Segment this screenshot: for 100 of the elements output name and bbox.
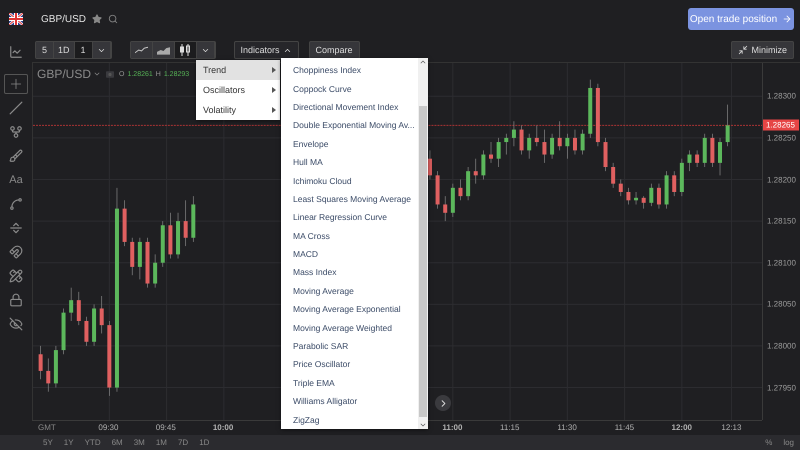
fork-icon <box>9 125 23 139</box>
pencil-ruler-icon <box>9 269 23 283</box>
area-chart-icon <box>156 46 170 54</box>
candlestick <box>100 296 104 334</box>
range-button[interactable]: 7D <box>178 438 188 447</box>
indicator-menu-item[interactable]: Directional Movement Index <box>293 98 418 116</box>
eye-off-icon <box>9 317 23 331</box>
crosshair-icon <box>8 76 24 92</box>
indicator-menu-item[interactable]: MACD <box>293 244 418 264</box>
indicator-menu-item[interactable]: ZigZag <box>293 410 418 429</box>
indicator-category-item[interactable]: Trend <box>196 60 280 80</box>
indicator-menu-item[interactable]: Hull MA <box>293 152 418 172</box>
range-button[interactable]: 1Y <box>64 438 74 447</box>
indicator-menu-item[interactable]: Williams Alligator <box>293 392 418 410</box>
lock-icon <box>9 293 23 307</box>
candlestick <box>672 170 676 196</box>
candlestick <box>504 133 508 155</box>
price-axis-label: 1.28100 <box>767 258 796 268</box>
indicator-menu-item[interactable]: Price Oscillator <box>293 355 418 374</box>
candlestick <box>542 129 546 164</box>
indicator-category-item[interactable]: Volatility <box>196 100 280 120</box>
candlestick <box>580 129 585 155</box>
indicators-button[interactable]: Indicators <box>234 41 299 59</box>
timezone-button[interactable]: GMT <box>38 423 56 432</box>
tool-button[interactable] <box>4 74 28 94</box>
scroll-right-button[interactable] <box>435 395 451 411</box>
interval-button[interactable]: 1D <box>54 42 75 58</box>
range-button[interactable]: 6M <box>112 438 123 447</box>
line-tool-icon <box>9 101 23 115</box>
candlestick <box>611 162 616 188</box>
interval-button[interactable]: 1 <box>74 42 93 58</box>
brush-icon <box>9 149 23 163</box>
line-chart-icon <box>9 45 23 59</box>
time-axis-label: 11:45 <box>614 423 634 432</box>
indicator-menu-item[interactable]: Triple EMA <box>293 374 418 392</box>
candlestick <box>649 183 654 206</box>
candlestick <box>489 142 494 164</box>
indicator-menu-item[interactable]: MA Cross <box>293 226 418 245</box>
candlestick <box>550 133 554 160</box>
indicator-category-item[interactable]: Oscillators <box>196 80 280 100</box>
indicator-menu-item[interactable]: Ichimoku Cloud <box>293 171 418 190</box>
candlestick <box>474 158 478 184</box>
indicator-menu-item[interactable]: Mass Index <box>293 263 418 282</box>
scale-button[interactable]: log <box>783 438 794 447</box>
candlestick <box>443 196 448 222</box>
range-button[interactable]: 5Y <box>43 438 53 447</box>
candlestick <box>634 192 638 205</box>
measure-icon <box>9 221 23 235</box>
candlestick <box>695 150 700 168</box>
symbol-selector[interactable]: GBP/USD <box>37 67 102 81</box>
indicator-menu-item[interactable]: Double Exponential Moving Av... <box>293 116 418 135</box>
indicator-menu-item[interactable]: Parabolic SAR <box>293 336 418 356</box>
time-axis-label: 12:00 <box>672 423 692 432</box>
chart-type-button[interactable] <box>152 42 175 58</box>
text-tool-button[interactable]: Aa <box>4 170 28 190</box>
scale-button[interactable]: % <box>765 438 772 447</box>
time-axis-label: 09:45 <box>156 423 176 432</box>
submenu-arrow-icon <box>272 67 276 73</box>
indicator-menu-item[interactable]: Moving Average Exponential <box>293 300 418 318</box>
indicator-menu-item[interactable]: Coppock Curve <box>293 79 418 98</box>
candlestick <box>512 120 516 147</box>
candlestick <box>565 133 570 160</box>
scroll-up-icon[interactable] <box>419 58 427 66</box>
candlestick <box>496 138 501 168</box>
range-button[interactable]: 1D <box>199 438 210 447</box>
price-axis-label: 1.28050 <box>767 300 796 309</box>
candlestick <box>626 187 630 205</box>
indicator-menu-item[interactable]: Moving Average Weighted <box>293 318 418 337</box>
candlestick <box>458 179 462 201</box>
arrow-right-icon <box>782 14 792 24</box>
caret-icon <box>93 70 102 78</box>
candlestick <box>687 150 692 172</box>
indicator-menu-item[interactable]: Linear Regression Curve <box>293 208 418 227</box>
candlestick <box>718 138 722 176</box>
compare-button[interactable]: Compare <box>308 41 360 59</box>
indicator-menu-item[interactable]: Choppiness Index <box>293 61 418 80</box>
indicator-menu-item[interactable]: Envelope <box>293 134 418 153</box>
range-button[interactable]: 1M <box>156 438 167 447</box>
minimize-button[interactable]: Minimize <box>731 41 794 59</box>
interval-button[interactable]: 5 <box>36 42 54 58</box>
indicator-menu-item[interactable]: Least Squares Moving Average <box>293 190 418 208</box>
candlestick <box>69 287 74 322</box>
chart-type-button[interactable] <box>130 42 153 58</box>
symbol-title: GBP/USD <box>41 14 86 24</box>
range-button[interactable]: YTD <box>84 438 101 447</box>
indicator-menu-item[interactable]: Moving Average <box>293 282 418 300</box>
price-axis-label: 1.28000 <box>767 341 796 350</box>
candlestick <box>428 150 432 180</box>
range-button[interactable]: 3M <box>134 438 145 447</box>
candlestick <box>726 104 730 147</box>
minimize-icon <box>738 45 748 55</box>
time-axis-label: 11:30 <box>557 423 577 432</box>
star-icon[interactable] <box>92 14 102 24</box>
time-axis-label: 10:00 <box>212 423 234 432</box>
candlestick <box>527 133 532 160</box>
search-icon[interactable] <box>108 14 118 24</box>
scroll-down-icon[interactable] <box>419 421 427 429</box>
price-axis-label: 1.28150 <box>767 216 796 226</box>
scrollbar-thumb[interactable] <box>419 106 427 417</box>
chart-type-button[interactable] <box>174 42 197 58</box>
